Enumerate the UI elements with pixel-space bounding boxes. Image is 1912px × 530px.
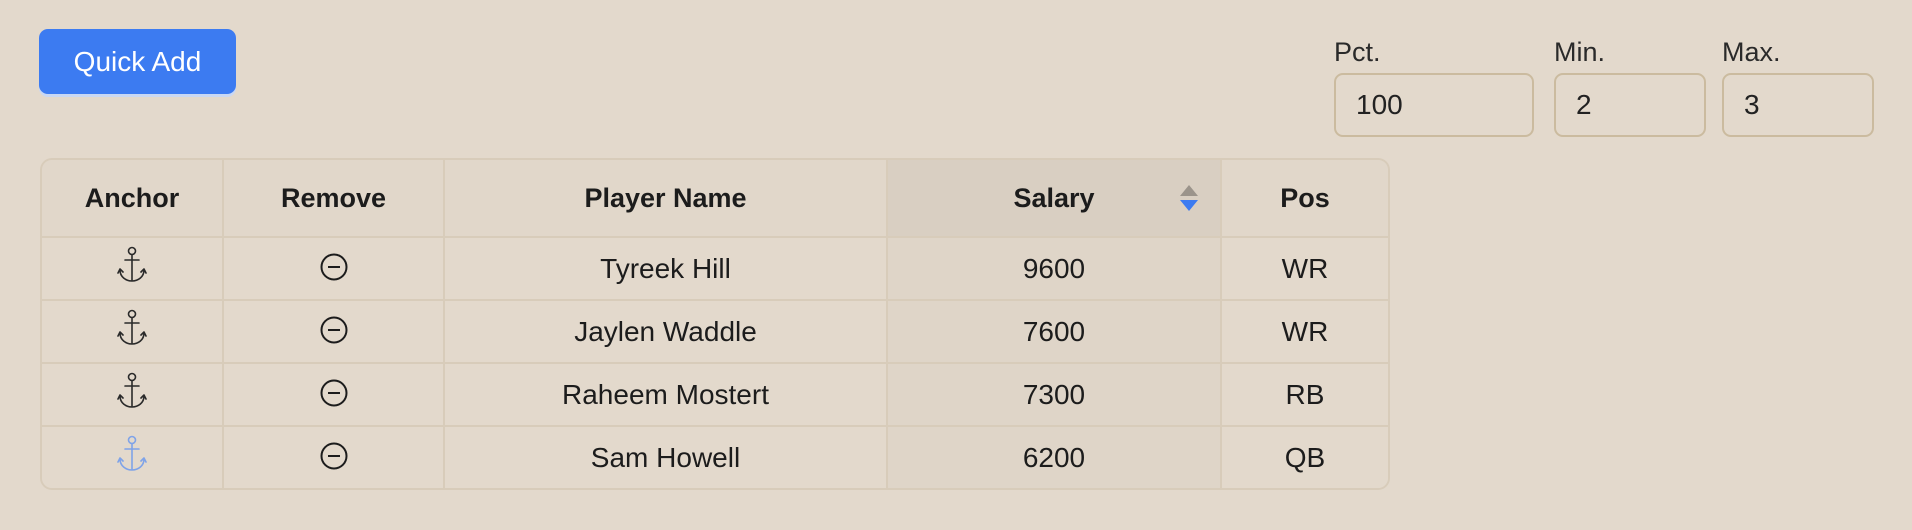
table-row: Raheem Mostert 7300 RB xyxy=(42,363,1388,427)
anchor-cell xyxy=(42,300,224,364)
salary-cell: 9600 xyxy=(887,237,1222,301)
quick-add-button[interactable]: Quick Add xyxy=(39,29,236,94)
table-row: Tyreek Hill 9600 WR xyxy=(42,237,1388,301)
remove-icon[interactable] xyxy=(319,378,349,415)
sort-ascending-icon xyxy=(1180,185,1198,196)
salary-cell: 6200 xyxy=(887,426,1222,488)
salary-cell: 7600 xyxy=(887,300,1222,364)
player-name-cell: Tyreek Hill xyxy=(444,237,888,301)
min-label: Min. xyxy=(1554,37,1606,67)
pct-input[interactable] xyxy=(1334,73,1534,137)
anchor-cell xyxy=(42,363,224,427)
anchor-icon[interactable] xyxy=(117,309,147,354)
pos-cell: WR xyxy=(1221,237,1388,301)
max-input[interactable] xyxy=(1722,73,1874,137)
pct-field: Pct. xyxy=(1334,35,1534,137)
player-name-cell: Sam Howell xyxy=(444,426,888,488)
pos-cell: QB xyxy=(1221,426,1388,488)
pos-cell: RB xyxy=(1221,363,1388,427)
remove-cell xyxy=(223,426,445,488)
player-name-cell: Jaylen Waddle xyxy=(444,300,888,364)
remove-cell xyxy=(223,300,445,364)
table-row: Sam Howell 6200 QB xyxy=(42,426,1388,488)
column-header-pos[interactable]: Pos xyxy=(1221,160,1388,238)
sort-arrows-icon[interactable] xyxy=(1180,185,1198,213)
anchor-cell xyxy=(42,237,224,301)
table-row: Jaylen Waddle 7600 WR xyxy=(42,300,1388,364)
remove-cell xyxy=(223,237,445,301)
player-table: Anchor Remove Player Name Salary Pos Tyr… xyxy=(40,158,1390,490)
anchor-cell xyxy=(42,426,224,488)
remove-icon[interactable] xyxy=(319,315,349,352)
remove-icon[interactable] xyxy=(319,441,349,478)
remove-cell xyxy=(223,363,445,427)
sort-descending-icon xyxy=(1180,200,1198,211)
anchor-icon[interactable] xyxy=(117,246,147,291)
player-name-cell: Raheem Mostert xyxy=(444,363,888,427)
column-header-player-name[interactable]: Player Name xyxy=(444,160,888,238)
max-label: Max. xyxy=(1722,37,1781,67)
remove-icon[interactable] xyxy=(319,252,349,289)
min-input[interactable] xyxy=(1554,73,1706,137)
anchor-icon[interactable] xyxy=(117,372,147,417)
pos-cell: WR xyxy=(1221,300,1388,364)
column-header-remove[interactable]: Remove xyxy=(223,160,445,238)
column-header-anchor[interactable]: Anchor xyxy=(42,160,224,238)
pct-label: Pct. xyxy=(1334,37,1381,67)
salary-cell: 7300 xyxy=(887,363,1222,427)
min-field: Min. xyxy=(1554,35,1706,137)
anchor-icon[interactable] xyxy=(117,435,147,480)
max-field: Max. xyxy=(1722,35,1874,137)
salary-header-label: Salary xyxy=(1013,182,1095,213)
table-header-row: Anchor Remove Player Name Salary Pos xyxy=(42,160,1388,238)
column-header-salary[interactable]: Salary xyxy=(887,160,1222,238)
